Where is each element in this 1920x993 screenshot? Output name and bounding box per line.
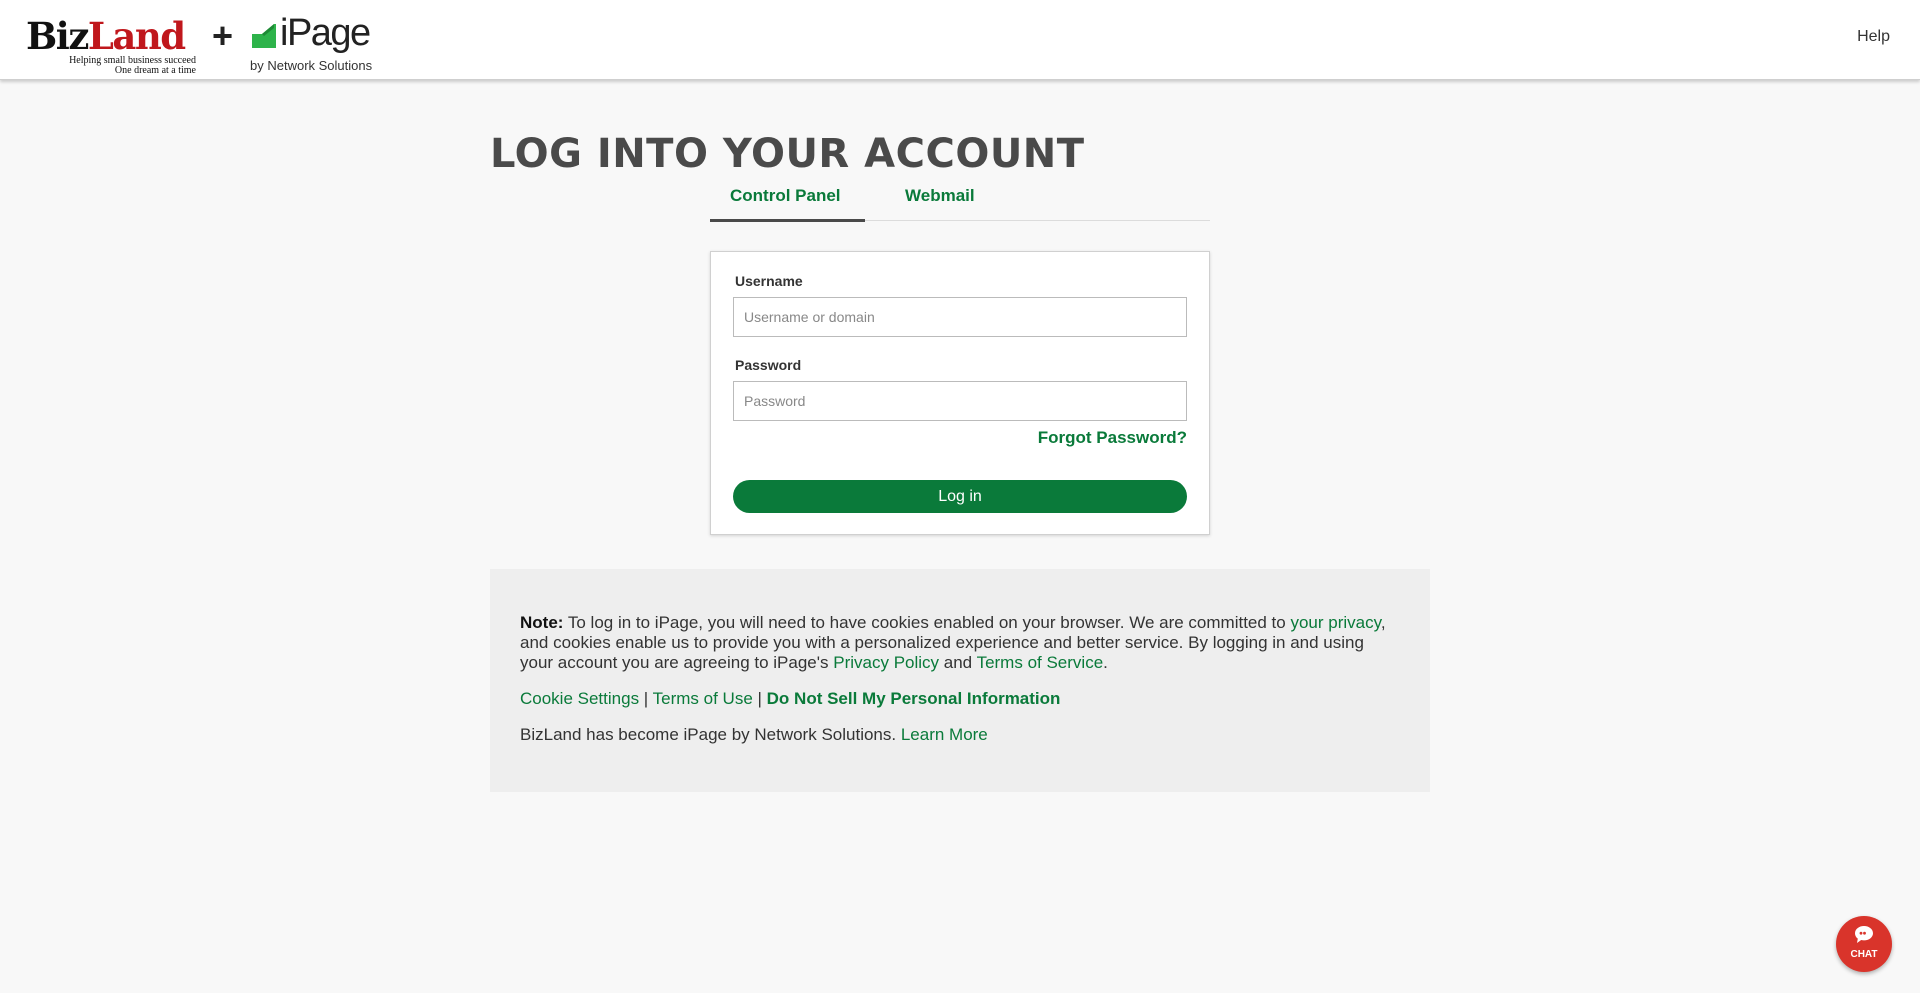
login-button[interactable]: Log in [733,480,1187,513]
bizland-tagline-2: One dream at a time [114,65,196,76]
tab-control-panel[interactable]: Control Panel [730,186,841,206]
username-label: Username [735,273,803,289]
link-separator: | [639,689,653,708]
ipage-byline: by Network Solutions [250,58,373,73]
password-label: Password [735,357,802,373]
chat-label: CHAT [1850,949,1878,960]
plus-sign: + [212,15,234,56]
ipage-wordmark: iPage [280,12,371,54]
top-header: BizLand Helping small business succeed O… [0,0,1920,80]
bizland-wordmark: BizLand [26,14,186,58]
your-privacy-link[interactable]: your privacy [1290,613,1380,632]
active-tab-indicator [710,219,865,222]
footer-links: Cookie Settings | Terms of Use | Do Not … [520,689,1400,709]
tab-webmail[interactable]: Webmail [905,186,975,206]
privacy-policy-link[interactable]: Privacy Policy [833,653,939,672]
chat-button[interactable]: CHAT [1836,916,1892,972]
terms-of-use-link[interactable]: Terms of Use [653,689,753,708]
login-tabs: Control Panel Webmail [710,180,1210,222]
username-input[interactable] [733,297,1187,337]
cookie-settings-link[interactable]: Cookie Settings [520,689,639,708]
merge-text: BizLand has become iPage by Network Solu… [520,725,901,744]
note-lead: Note: [520,613,564,632]
help-link[interactable]: Help [1857,28,1890,46]
login-card: Username Password Forgot Password? Log i… [710,251,1210,535]
do-not-sell-link[interactable]: Do Not Sell My Personal Information [767,689,1061,708]
info-panel: Note: To log in to iPage, you will need … [490,569,1430,792]
merge-notice: BizLand has become iPage by Network Solu… [520,725,1400,745]
forgot-password-link[interactable]: Forgot Password? [1038,428,1187,448]
terms-of-service-link[interactable]: Terms of Service [977,653,1104,672]
note-text-3: and [939,653,977,672]
chat-bubble-icon [1855,926,1873,943]
link-separator: | [752,689,767,708]
learn-more-link[interactable]: Learn More [901,725,988,744]
note-text-4: . [1103,653,1108,672]
ipage-logo[interactable]: iPage by Network Solutions [250,14,380,78]
page-title: LOG INTO YOUR ACCOUNT [490,131,1085,177]
password-input[interactable] [733,381,1187,421]
bizland-logo[interactable]: BizLand Helping small business succeed O… [26,16,196,76]
cookie-note: Note: To log in to iPage, you will need … [520,613,1400,673]
note-text-1: To log in to iPage, you will need to hav… [563,613,1291,632]
ipage-mark-icon [252,24,276,48]
